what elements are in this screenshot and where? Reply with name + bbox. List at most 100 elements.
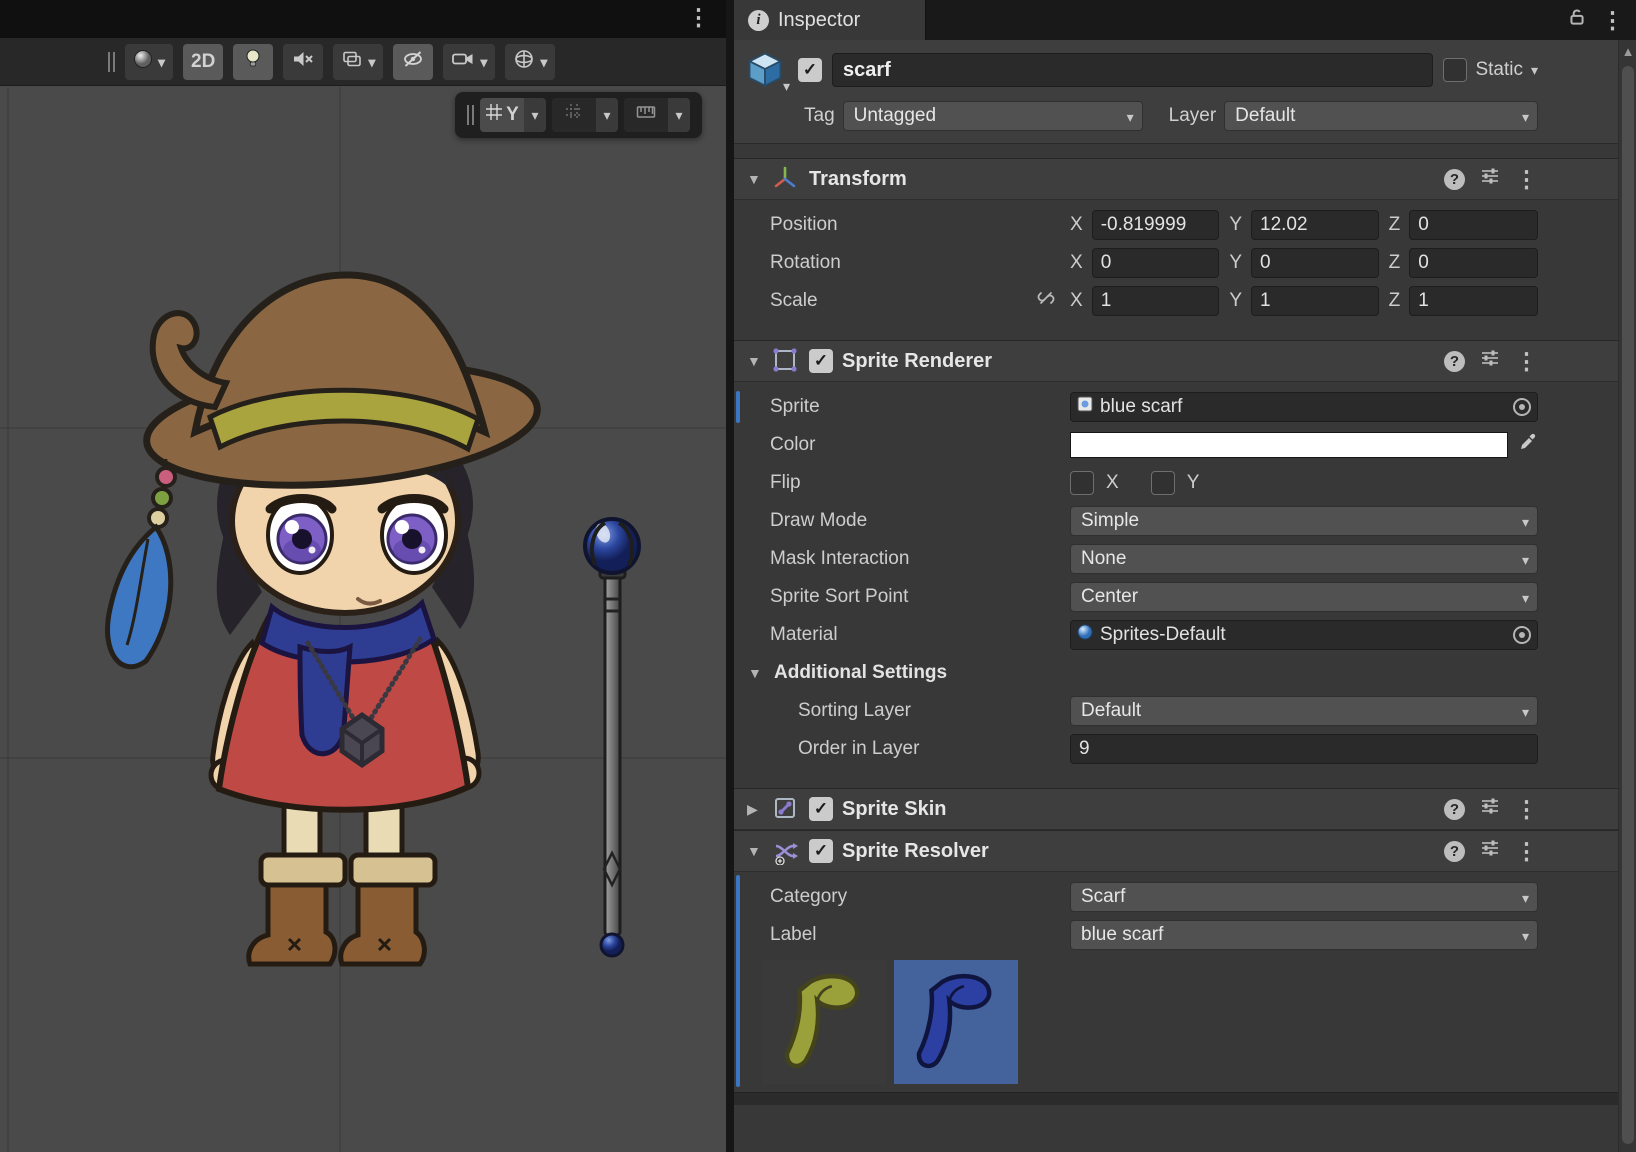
transform-header[interactable]: ▼ Transform ? ⋮ [734, 158, 1636, 200]
lock-icon[interactable] [1567, 7, 1587, 33]
layer-label: Layer [1169, 105, 1217, 127]
scale-y-field[interactable]: 1 [1251, 286, 1379, 316]
label-row: Label blue scarf ▾ [734, 916, 1636, 954]
kebab-icon[interactable]: ⋮ [1515, 840, 1538, 863]
staff-sprite [585, 519, 639, 956]
flip-row: Flip X Y [734, 464, 1636, 502]
layer-dropdown[interactable]: Default ▾ [1224, 101, 1538, 131]
flip-y-checkbox[interactable] [1151, 471, 1175, 495]
position-y-field[interactable]: 12.02 [1251, 210, 1379, 240]
scene-menu-kebab-icon[interactable]: ⋮ [687, 6, 710, 29]
camera-button[interactable]: ▾ [443, 44, 495, 80]
static-caret-icon[interactable]: ▾ [1531, 63, 1538, 77]
position-x-field[interactable]: -0.819999 [1092, 210, 1220, 240]
axis-z-label: Z [1389, 214, 1401, 236]
foldout-open-icon[interactable]: ▼ [748, 665, 764, 681]
mask-interaction-dropdown[interactable]: None ▾ [1070, 544, 1538, 574]
help-icon[interactable]: ? [1444, 841, 1465, 862]
draw-mode-dropdown[interactable]: Simple ▾ [1070, 506, 1538, 536]
audio-toggle-button[interactable] [283, 44, 323, 80]
help-icon[interactable]: ? [1444, 799, 1465, 820]
grid-toolbar-drag-handle[interactable] [467, 105, 474, 125]
transform-body: Position X-0.819999 Y12.02 Z0 Rotation X… [734, 200, 1636, 326]
flip-x-checkbox[interactable] [1070, 471, 1094, 495]
scroll-up-icon[interactable]: ▲ [1619, 44, 1636, 59]
scrollbar-thumb[interactable] [1622, 66, 1634, 1144]
component-enabled-checkbox[interactable]: ✓ [809, 349, 833, 373]
sprite-object-field[interactable]: blue scarf [1070, 392, 1538, 422]
order-in-layer-field[interactable]: 9 [1070, 734, 1538, 764]
help-icon[interactable]: ? [1444, 351, 1465, 372]
material-object-field[interactable]: Sprites-Default [1070, 620, 1538, 650]
tag-dropdown[interactable]: Untagged ▾ [843, 101, 1143, 131]
object-picker-icon[interactable] [1513, 626, 1531, 644]
thumbnail-olive-scarf[interactable] [762, 960, 886, 1084]
sorting-layer-dropdown[interactable]: Default ▾ [1070, 696, 1538, 726]
axis-x-label: X [1070, 214, 1083, 236]
caret-down-icon: ▾ [668, 98, 690, 132]
scene-canvas[interactable] [0, 87, 726, 1152]
scene-toolbar: ▾ 2D ▾ [0, 38, 726, 86]
additional-settings-label: Additional Settings [774, 662, 947, 684]
sprite-renderer-icon [772, 347, 800, 375]
panel-divider[interactable] [726, 0, 734, 1152]
presets-icon[interactable] [1480, 838, 1500, 864]
position-z-field[interactable]: 0 [1409, 210, 1538, 240]
scale-x-field[interactable]: 1 [1092, 286, 1220, 316]
component-enabled-checkbox[interactable]: ✓ [809, 839, 833, 863]
scale-z-field[interactable]: 1 [1409, 286, 1538, 316]
sprite-renderer-header[interactable]: ▼ ✓ Sprite Renderer ? ⋮ [734, 340, 1636, 382]
color-swatch[interactable] [1070, 432, 1508, 458]
grid-axis-button[interactable]: Y ▾ [480, 98, 546, 132]
effects-button[interactable]: ▾ [333, 44, 383, 80]
kebab-icon[interactable]: ⋮ [1515, 798, 1538, 821]
presets-icon[interactable] [1480, 166, 1500, 192]
caret-down-icon: ▾ [1522, 553, 1529, 567]
gameobject-cube-icon[interactable]: ▾ [746, 50, 788, 90]
grid-opacity-button[interactable]: ▾ [552, 98, 618, 132]
snap-increment-button[interactable]: ▾ [624, 98, 690, 132]
tab-inspector[interactable]: i Inspector [734, 0, 926, 40]
sort-point-dropdown[interactable]: Center ▾ [1070, 582, 1538, 612]
presets-icon[interactable] [1480, 796, 1500, 822]
unlinked-scale-icon[interactable] [1036, 288, 1056, 314]
foldout-open-icon[interactable]: ▼ [747, 171, 763, 187]
kebab-icon[interactable]: ⋮ [1515, 350, 1538, 373]
component-enabled-checkbox[interactable]: ✓ [809, 797, 833, 821]
sprite-resolver-header[interactable]: ▼ ✓ Sprite Resolver ? ⋮ [734, 830, 1636, 872]
visibility-toggle-button[interactable] [393, 44, 433, 80]
active-checkbox[interactable]: ✓ [798, 58, 822, 82]
additional-settings-foldout[interactable]: ▼ Additional Settings [734, 654, 1636, 692]
lighting-toggle-button[interactable] [233, 44, 273, 80]
rotation-x-field[interactable]: 0 [1092, 248, 1220, 278]
kebab-icon[interactable]: ⋮ [1515, 168, 1538, 191]
object-picker-icon[interactable] [1513, 398, 1531, 416]
foldout-open-icon[interactable]: ▼ [747, 843, 763, 859]
rotation-z-field[interactable]: 0 [1409, 248, 1538, 278]
sprite-skin-header[interactable]: ▶ ✓ Sprite Skin ? ⋮ [734, 788, 1636, 830]
gameobject-name-field[interactable]: scarf [832, 53, 1433, 87]
presets-icon[interactable] [1480, 348, 1500, 374]
shading-mode-button[interactable]: ▾ [125, 44, 173, 80]
axis-y-label: Y [1229, 290, 1242, 312]
static-checkbox[interactable] [1443, 58, 1467, 82]
sprite-row: Sprite blue scarf [734, 388, 1636, 426]
inspector-menu-kebab-icon[interactable]: ⋮ [1601, 9, 1624, 32]
label-dropdown[interactable]: blue scarf ▾ [1070, 920, 1538, 950]
component-title: Sprite Resolver [842, 840, 1435, 863]
rotation-y-field[interactable]: 0 [1251, 248, 1379, 278]
thumbnail-blue-scarf[interactable] [894, 960, 1018, 1084]
gizmos-button[interactable]: ▾ [505, 44, 555, 80]
help-icon[interactable]: ? [1444, 169, 1465, 190]
tag-value: Untagged [854, 105, 936, 127]
foldout-closed-icon[interactable]: ▶ [747, 801, 763, 818]
toolbar-drag-handle[interactable] [108, 52, 115, 72]
2d-toggle-button[interactable]: 2D [183, 44, 223, 80]
foldout-open-icon[interactable]: ▼ [747, 353, 763, 369]
eyedropper-icon[interactable] [1518, 432, 1538, 458]
flip-x-label: X [1106, 472, 1119, 494]
axis-y-label: Y [1229, 252, 1242, 274]
category-row: Category Scarf ▾ [734, 878, 1636, 916]
inspector-scrollbar[interactable]: ▲ [1618, 40, 1636, 1152]
category-dropdown[interactable]: Scarf ▾ [1070, 882, 1538, 912]
